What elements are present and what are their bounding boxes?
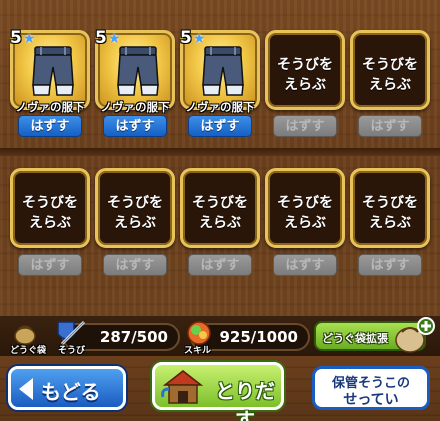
warehouse-icon — [161, 370, 204, 404]
select-equipment-label: そうびを えらぶ — [22, 195, 78, 231]
rarity-star-icon: ★ — [108, 31, 121, 47]
remove-button-9: はずす — [273, 254, 337, 276]
remove-button-7: はずす — [103, 254, 167, 276]
equip-slot-6[interactable]: そうびを えらぶ — [10, 168, 90, 248]
remove-button-2[interactable]: はずす — [103, 115, 167, 137]
equip-count: 287/500 — [99, 328, 168, 346]
rarity-star-icon: ★ — [23, 31, 36, 47]
equip-slot-10[interactable]: そうびを えらぶ — [350, 168, 430, 248]
item-name: ノヴァの服下 — [15, 100, 85, 114]
select-equipment-label: そうびを えらぶ — [192, 195, 248, 231]
storage-label-line2: せってい — [343, 392, 399, 408]
skill-label: スキル — [184, 346, 212, 356]
take-out-button[interactable]: とりだす — [152, 362, 284, 421]
back-button[interactable]: もどる — [8, 366, 126, 410]
select-equipment-label: そうびを えらぶ — [362, 57, 418, 93]
bag-plus-icon — [395, 317, 435, 353]
item-level: 5 — [180, 28, 192, 48]
equip-slot-7[interactable]: そうびを えらぶ — [95, 168, 175, 248]
remove-button-4: はずす — [273, 115, 337, 137]
remove-button-5: はずす — [358, 115, 422, 137]
item-level: 5 — [95, 28, 107, 48]
bag-label: どうぐ袋 — [10, 346, 47, 356]
remove-button-3[interactable]: はずす — [188, 115, 252, 137]
pants-icon — [32, 46, 74, 96]
back-arrow-icon — [19, 378, 33, 400]
equip-slot-2[interactable]: ★ 5 ノヴァの服下 — [95, 28, 175, 114]
rarity-star-icon: ★ — [193, 31, 206, 47]
item-level: 5 — [10, 28, 22, 48]
remove-button-8: はずす — [188, 254, 252, 276]
equip-slot-1[interactable]: ★ 5 ノヴァの服下 — [10, 28, 90, 114]
equip-slot-4[interactable]: そうびを えらぶ — [265, 30, 345, 110]
shelf-divider — [0, 148, 440, 156]
equip-slot-8[interactable]: そうびを えらぶ — [180, 168, 260, 248]
bag-expand-label: どうぐ袋拡張 — [322, 332, 388, 345]
select-equipment-label: そうびを えらぶ — [362, 195, 418, 231]
storage-settings-button[interactable]: 保管そうこの せってい — [312, 366, 430, 410]
back-label: もどる — [41, 380, 101, 404]
select-equipment-label: そうびを えらぶ — [107, 195, 163, 231]
item-name: ノヴァの服下 — [185, 100, 255, 114]
select-equipment-label: そうびを えらぶ — [277, 195, 333, 231]
skill-count: 925/1000 — [219, 328, 298, 346]
item-name: ノヴァの服下 — [100, 100, 170, 114]
pants-icon — [202, 46, 244, 96]
remove-button-10: はずす — [358, 254, 422, 276]
equip-slot-3[interactable]: ★ 5 ノヴァの服下 — [180, 28, 260, 114]
equip-label: そうび — [58, 346, 86, 356]
remove-button-1[interactable]: はずす — [18, 115, 82, 137]
equip-slot-9[interactable]: そうびを えらぶ — [265, 168, 345, 248]
remove-button-6: はずす — [18, 254, 82, 276]
select-equipment-label: そうびを えらぶ — [277, 57, 333, 93]
equip-slot-5[interactable]: そうびを えらぶ — [350, 30, 430, 110]
take-out-label: とりだす — [215, 379, 275, 421]
pants-icon — [117, 46, 159, 96]
